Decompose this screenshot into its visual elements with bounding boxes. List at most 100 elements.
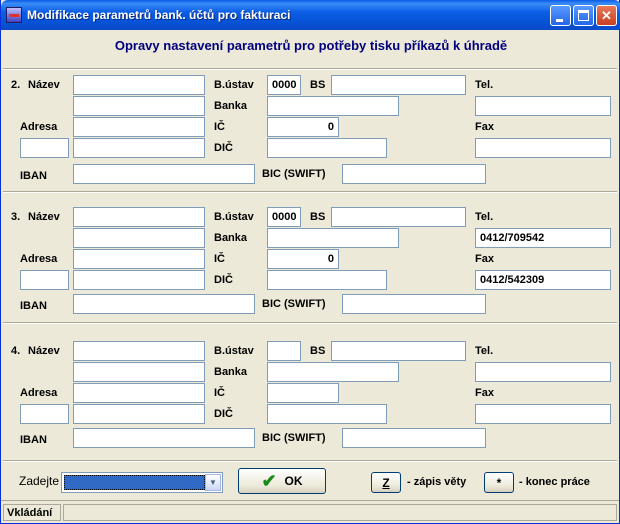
adresa-field-1[interactable] bbox=[73, 117, 205, 137]
fax-label: Fax bbox=[475, 387, 494, 399]
bs-field[interactable] bbox=[331, 341, 466, 361]
psc-field[interactable] bbox=[20, 404, 69, 424]
fax-field[interactable]: 0412/542309 bbox=[475, 270, 611, 290]
ic-field[interactable] bbox=[267, 383, 339, 403]
section-number: 2. bbox=[11, 79, 21, 91]
nazev-field-2[interactable] bbox=[73, 96, 205, 116]
iban-label: IBAN bbox=[20, 170, 47, 182]
bs-label: BS bbox=[310, 345, 326, 357]
tel-field[interactable]: 0412/709542 bbox=[475, 228, 611, 248]
adresa-field-2[interactable] bbox=[73, 404, 205, 424]
ok-button-label: OK bbox=[284, 474, 303, 488]
bustav-field[interactable]: 0000 bbox=[267, 207, 301, 227]
page-subtitle: Opravy nastavení parametrů pro potřeby t… bbox=[114, 38, 508, 53]
bic-label: BIC (SWIFT) bbox=[262, 298, 326, 310]
tel-field[interactable] bbox=[475, 96, 611, 116]
minimize-icon[interactable] bbox=[550, 5, 571, 26]
section-number: 4. bbox=[11, 345, 21, 357]
bs-field[interactable] bbox=[331, 207, 466, 227]
dic-label: DIČ bbox=[214, 408, 233, 420]
tel-field[interactable] bbox=[475, 362, 611, 382]
iban-field[interactable] bbox=[73, 164, 255, 184]
adresa-field-1[interactable] bbox=[73, 383, 205, 403]
star-key-button[interactable]: * bbox=[484, 472, 514, 493]
ic-label: IČ bbox=[214, 253, 225, 265]
status-text: Vkládání bbox=[3, 504, 61, 521]
dic-field[interactable] bbox=[267, 404, 387, 424]
bustav-label: B.ústav bbox=[214, 211, 254, 223]
banka-field[interactable] bbox=[267, 96, 399, 116]
adresa-field-1[interactable] bbox=[73, 249, 205, 269]
status-bar: Vkládání bbox=[1, 500, 619, 523]
account-section-2: 2. Název B.ústav 0000 BS Tel. Banka Adre… bbox=[1, 73, 620, 193]
fax-label: Fax bbox=[475, 253, 494, 265]
banka-field[interactable] bbox=[267, 228, 399, 248]
banka-label: Banka bbox=[214, 100, 248, 112]
nazev-label: Název bbox=[28, 79, 60, 91]
section-number: 3. bbox=[11, 211, 21, 223]
zadejte-combo[interactable]: ▼ bbox=[61, 472, 223, 493]
ic-field[interactable]: 0 bbox=[267, 117, 339, 137]
divider bbox=[3, 68, 617, 70]
dic-label: DIČ bbox=[214, 142, 233, 154]
ic-label: IČ bbox=[214, 387, 225, 399]
account-section-3: 3. Název B.ústav 0000 BS Tel. Banka 0412… bbox=[1, 205, 620, 325]
bic-field[interactable] bbox=[342, 294, 486, 314]
close-icon[interactable]: ✕ bbox=[596, 5, 617, 26]
maximize-icon[interactable] bbox=[573, 5, 594, 26]
bustav-label: B.ústav bbox=[214, 345, 254, 357]
fax-field[interactable] bbox=[475, 404, 611, 424]
bustav-field[interactable]: 0000 bbox=[267, 75, 301, 95]
window-title: Modifikace parametrů bank. účtů pro fakt… bbox=[27, 8, 291, 22]
zadejte-label: Zadejte bbox=[19, 474, 60, 488]
psc-field[interactable] bbox=[20, 270, 69, 290]
divider bbox=[3, 322, 617, 324]
bic-label: BIC (SWIFT) bbox=[262, 168, 326, 180]
bs-field[interactable] bbox=[331, 75, 466, 95]
iban-field[interactable] bbox=[73, 428, 255, 448]
divider bbox=[3, 460, 617, 462]
dic-field[interactable] bbox=[267, 270, 387, 290]
bic-field[interactable] bbox=[342, 428, 486, 448]
nazev-field-1[interactable] bbox=[73, 75, 205, 95]
adresa-label: Adresa bbox=[20, 121, 58, 133]
tel-label: Tel. bbox=[475, 211, 494, 223]
nazev-field-1[interactable] bbox=[73, 341, 205, 361]
banka-label: Banka bbox=[214, 366, 248, 378]
combo-selection bbox=[64, 475, 205, 490]
account-section-4: 4. Název B.ústav BS Tel. Banka Adresa IČ… bbox=[1, 339, 620, 459]
adresa-field-2[interactable] bbox=[73, 138, 205, 158]
fax-label: Fax bbox=[475, 121, 494, 133]
star-key-label: * bbox=[496, 475, 502, 490]
tel-label: Tel. bbox=[475, 345, 494, 357]
main-window: Modifikace parametrů bank. účtů pro fakt… bbox=[0, 0, 620, 524]
dic-label: DIČ bbox=[214, 274, 233, 286]
iban-field[interactable] bbox=[73, 294, 255, 314]
banka-field[interactable] bbox=[267, 362, 399, 382]
bic-label: BIC (SWIFT) bbox=[262, 432, 326, 444]
adresa-label: Adresa bbox=[20, 253, 58, 265]
psc-field[interactable] bbox=[20, 138, 69, 158]
nazev-label: Název bbox=[28, 345, 60, 357]
title-bar[interactable]: Modifikace parametrů bank. účtů pro fakt… bbox=[1, 0, 620, 30]
ic-field[interactable]: 0 bbox=[267, 249, 339, 269]
bs-label: BS bbox=[310, 79, 326, 91]
app-icon bbox=[6, 7, 22, 23]
bs-label: BS bbox=[310, 211, 326, 223]
ok-button[interactable]: ✔ OK bbox=[238, 468, 326, 494]
bustav-label: B.ústav bbox=[214, 79, 254, 91]
nazev-field-1[interactable] bbox=[73, 207, 205, 227]
nazev-field-2[interactable] bbox=[73, 228, 205, 248]
adresa-field-2[interactable] bbox=[73, 270, 205, 290]
star-key-desc: - konec práce bbox=[519, 476, 590, 488]
bic-field[interactable] bbox=[342, 164, 486, 184]
fax-field[interactable] bbox=[475, 138, 611, 158]
nazev-field-2[interactable] bbox=[73, 362, 205, 382]
adresa-label: Adresa bbox=[20, 387, 58, 399]
bustav-field[interactable] bbox=[267, 341, 301, 361]
chevron-down-icon[interactable]: ▼ bbox=[205, 474, 221, 491]
check-icon: ✔ bbox=[261, 471, 277, 491]
z-key-button[interactable]: Z bbox=[371, 472, 401, 493]
dic-field[interactable] bbox=[267, 138, 387, 158]
nazev-label: Název bbox=[28, 211, 60, 223]
